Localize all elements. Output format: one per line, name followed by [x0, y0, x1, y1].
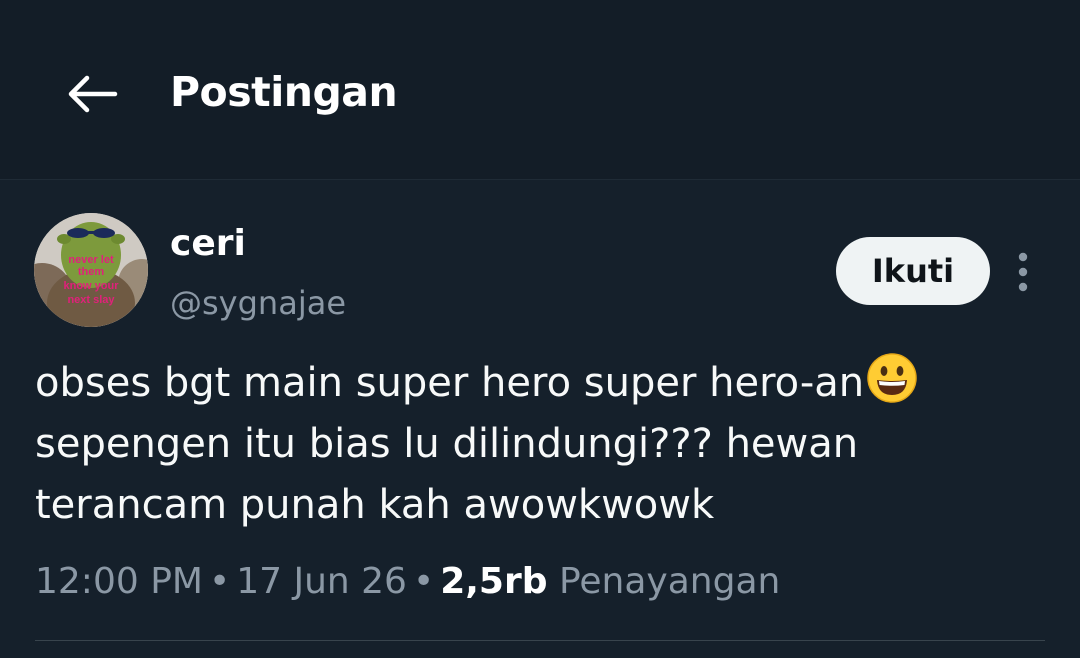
- tweet-time[interactable]: 12:00 PM: [35, 561, 203, 602]
- tweet-line-3: terancam punah kah awowkwowk: [35, 482, 715, 528]
- grinning-face-emoji: [867, 353, 917, 403]
- post-detail-screen: Postingan never let them know your next …: [0, 0, 1080, 658]
- author-display-name[interactable]: ceri: [170, 222, 246, 266]
- avatar-caption-line-4: next slay: [67, 294, 115, 306]
- meta-separator: •: [412, 561, 435, 602]
- top-app-bar: Postingan: [0, 0, 1080, 180]
- more-options-button[interactable]: [1006, 248, 1040, 296]
- page-title: Postingan: [170, 68, 398, 116]
- tweet-line-2: sepengen itu bias lu dilindungi??? hewan: [35, 421, 859, 467]
- back-button[interactable]: [56, 62, 128, 126]
- avatar-image: never let them know your next slay: [34, 213, 148, 327]
- tweet-meta: 12:00 PM • 17 Jun 26 • 2,5rb Penayangan: [35, 558, 1045, 606]
- views-count[interactable]: 2,5rb: [440, 561, 547, 602]
- more-vertical-icon: [1018, 252, 1028, 292]
- avatar-caption-line-2: them: [78, 266, 105, 278]
- follow-button[interactable]: Ikuti: [836, 237, 990, 305]
- views-label: Penayangan: [558, 561, 781, 602]
- arrow-left-icon: [68, 75, 118, 113]
- avatar[interactable]: never let them know your next slay: [34, 213, 148, 327]
- tweet-line-1: obses bgt main super hero super hero-an: [35, 360, 865, 406]
- meta-separator: •: [208, 561, 231, 602]
- author-handle[interactable]: @sygnajae: [170, 282, 346, 324]
- avatar-caption-line-1: never let: [68, 254, 114, 266]
- tweet-date[interactable]: 17 Jun 26: [236, 561, 407, 602]
- divider: [35, 640, 1045, 641]
- avatar-caption-line-3: know your: [63, 280, 119, 292]
- tweet-body: obses bgt main super hero super hero-an …: [35, 352, 1045, 536]
